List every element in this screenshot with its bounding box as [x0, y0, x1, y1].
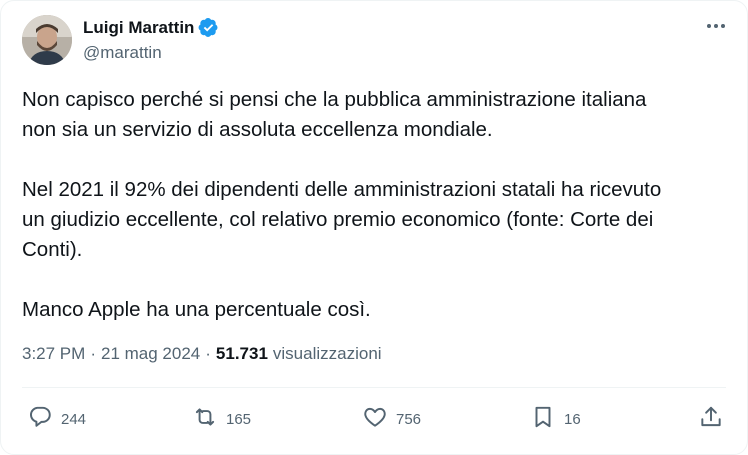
- author-name[interactable]: Luigi Marattin: [83, 18, 194, 38]
- tweet-text: Non capisco perché si pensi che la pubbl…: [22, 85, 722, 325]
- tweet-card: Luigi Marattin @marattin Non capisco per…: [0, 0, 748, 455]
- like-button[interactable]: 756: [362, 399, 421, 439]
- bookmark-count: 16: [564, 410, 581, 428]
- tweet-line: Nel 2021 il 92% dei dipendenti delle amm…: [22, 178, 662, 201]
- repost-count: 165: [226, 410, 252, 428]
- share-button[interactable]: [698, 399, 724, 439]
- action-bar: 244 165 756 16: [22, 399, 726, 439]
- divider: [22, 387, 726, 388]
- meta-separator: ·: [205, 344, 211, 363]
- bookmark-icon: [530, 404, 556, 434]
- tweet-line: Conti).: [22, 238, 83, 261]
- repost-button[interactable]: 165: [192, 399, 251, 439]
- author-handle[interactable]: @marattin: [83, 43, 162, 63]
- bookmark-button[interactable]: 16: [530, 399, 581, 439]
- tweet-date[interactable]: 21 mag 2024: [101, 344, 200, 364]
- tweet-line: non sia un servizio di assoluta eccellen…: [22, 118, 493, 141]
- tweet-line: un giudizio eccellente, col relativo pre…: [22, 208, 654, 231]
- reply-count: 244: [61, 410, 87, 428]
- tweet-line: Non capisco perché si pensi che la pubbl…: [22, 88, 647, 111]
- meta-separator: ·: [90, 344, 96, 363]
- reply-button[interactable]: 244: [27, 399, 86, 439]
- views-label: visualizzazioni: [272, 344, 382, 363]
- like-count: 756: [396, 410, 422, 428]
- tweet-line: Manco Apple ha una percentuale così.: [22, 298, 371, 321]
- avatar-image: [22, 15, 72, 65]
- avatar[interactable]: [22, 15, 72, 65]
- views-count: 51.731: [215, 344, 268, 363]
- repost-icon: [192, 404, 218, 434]
- author-name-row: Luigi Marattin: [83, 17, 219, 38]
- verified-badge-icon: [198, 17, 219, 38]
- more-options-icon[interactable]: [705, 15, 727, 37]
- tweet-meta: 3:27 PM · 21 mag 2024 · 51.731 visualizz…: [22, 344, 382, 364]
- heart-icon: [362, 404, 388, 434]
- tweet-time[interactable]: 3:27 PM: [22, 344, 85, 364]
- share-icon: [698, 404, 724, 434]
- reply-icon: [27, 404, 53, 434]
